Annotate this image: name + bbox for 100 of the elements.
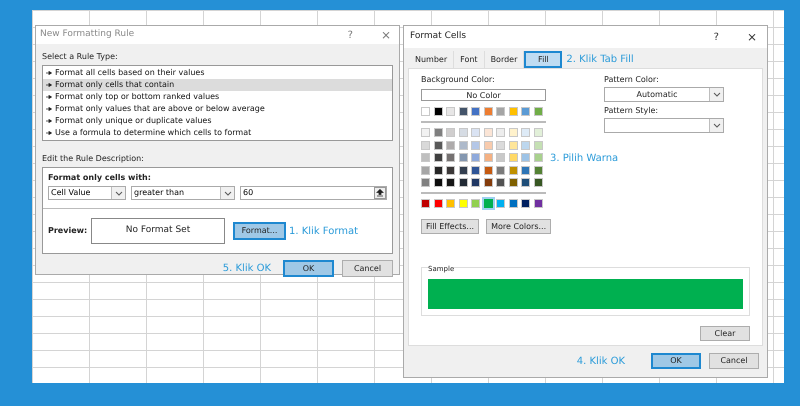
- color-swatch[interactable]: [421, 199, 430, 208]
- color-swatch[interactable]: [446, 166, 455, 174]
- color-swatch[interactable]: [434, 178, 442, 187]
- color-swatch[interactable]: [471, 166, 480, 174]
- color-swatch[interactable]: [434, 140, 442, 150]
- color-swatch[interactable]: [471, 199, 480, 208]
- color-swatch[interactable]: [446, 178, 455, 187]
- color-swatch[interactable]: [521, 153, 530, 162]
- color-swatch[interactable]: [508, 140, 518, 150]
- color-swatch[interactable]: [471, 107, 480, 116]
- rule-type-item[interactable]: Format all cells based on their values: [43, 67, 392, 79]
- color-swatch[interactable]: [496, 199, 505, 208]
- color-swatch[interactable]: [534, 107, 542, 116]
- color-swatch[interactable]: [521, 128, 530, 137]
- color-swatch[interactable]: [534, 140, 542, 150]
- color-swatch[interactable]: [521, 140, 530, 150]
- value-field[interactable]: 60: [240, 186, 387, 200]
- color-swatch[interactable]: [534, 166, 542, 174]
- color-swatch[interactable]: [496, 128, 505, 137]
- arrow-icon: [46, 83, 52, 87]
- pattern-color-dropdown[interactable]: Automatic: [604, 87, 724, 102]
- color-swatch[interactable]: [496, 166, 505, 174]
- color-swatch[interactable]: [434, 199, 442, 208]
- color-swatch[interactable]: [521, 166, 530, 174]
- window-title: Format Cells: [410, 30, 468, 44]
- color-swatch[interactable]: [421, 128, 430, 137]
- color-swatch[interactable]: [471, 153, 480, 162]
- color-swatch[interactable]: [484, 166, 492, 174]
- color-swatch[interactable]: [508, 199, 518, 208]
- color-swatch[interactable]: [458, 128, 468, 137]
- color-swatch[interactable]: [458, 107, 468, 116]
- dialog-button[interactable]: Format...: [233, 222, 286, 240]
- color-swatch[interactable]: [534, 153, 542, 162]
- color-swatch[interactable]: [521, 107, 530, 116]
- field-dropdown[interactable]: Cell Value: [48, 186, 126, 200]
- color-swatch[interactable]: [496, 178, 505, 187]
- color-swatch[interactable]: [446, 199, 455, 208]
- color-swatch[interactable]: [446, 153, 455, 162]
- tab[interactable]: Fill: [524, 51, 562, 68]
- color-swatch[interactable]: [534, 178, 542, 187]
- dialog-button[interactable]: OK: [283, 260, 334, 277]
- color-swatch[interactable]: [458, 166, 468, 174]
- color-swatch[interactable]: [434, 153, 442, 162]
- color-swatch[interactable]: [484, 107, 492, 116]
- rule-type-item[interactable]: Format only top or bottom ranked values: [43, 91, 392, 103]
- color-swatch[interactable]: [471, 178, 480, 187]
- color-swatch[interactable]: [521, 199, 530, 208]
- color-swatch[interactable]: [446, 140, 455, 150]
- color-swatch[interactable]: [508, 153, 518, 162]
- dialog-button[interactable]: Fill Effects...: [421, 219, 480, 234]
- help-button[interactable]: ?: [714, 30, 719, 44]
- color-swatch[interactable]: [496, 107, 505, 116]
- color-swatch[interactable]: [484, 140, 492, 150]
- color-swatch[interactable]: [484, 153, 492, 162]
- collapse-icon[interactable]: [374, 187, 386, 199]
- color-swatch[interactable]: [484, 199, 492, 208]
- clear-button[interactable]: Clear: [700, 326, 750, 341]
- no-color-button[interactable]: No Color: [421, 89, 546, 101]
- color-swatch[interactable]: [421, 166, 430, 174]
- color-swatch[interactable]: [421, 178, 430, 187]
- color-swatch[interactable]: [446, 107, 455, 116]
- color-swatch[interactable]: [534, 199, 542, 208]
- color-swatch[interactable]: [446, 128, 455, 137]
- color-swatch[interactable]: [458, 153, 468, 162]
- color-swatch[interactable]: [484, 128, 492, 137]
- rule-type-item[interactable]: Format only values that are above or below average: [43, 103, 392, 115]
- color-swatch[interactable]: [471, 128, 480, 137]
- close-button[interactable]: ×: [380, 26, 391, 44]
- color-swatch[interactable]: [434, 107, 442, 116]
- color-swatch[interactable]: [508, 166, 518, 174]
- dialog-button[interactable]: OK: [651, 353, 701, 369]
- color-swatch[interactable]: [421, 107, 430, 116]
- color-swatch[interactable]: [484, 178, 492, 187]
- dialog-button[interactable]: Cancel: [342, 260, 393, 277]
- color-swatch[interactable]: [521, 178, 530, 187]
- color-swatch[interactable]: [508, 128, 518, 137]
- color-swatch[interactable]: [434, 128, 442, 137]
- color-swatch[interactable]: [458, 178, 468, 187]
- color-swatch[interactable]: [421, 153, 430, 162]
- color-swatch[interactable]: [508, 107, 518, 116]
- rule-type-item[interactable]: Format only cells that contain: [43, 79, 392, 91]
- color-swatch[interactable]: [496, 140, 505, 150]
- color-swatch[interactable]: [458, 199, 468, 208]
- dialog-button[interactable]: More Colors...: [486, 219, 552, 234]
- pattern-style-dropdown[interactable]: [604, 118, 724, 133]
- rule-type-item[interactable]: Format only unique or duplicate values: [43, 115, 392, 127]
- color-swatch[interactable]: [458, 140, 468, 150]
- step-note: 1. Klik Format: [289, 224, 358, 238]
- color-swatch[interactable]: [496, 153, 505, 162]
- help-button[interactable]: ?: [348, 28, 353, 42]
- color-swatch[interactable]: [471, 140, 480, 150]
- color-swatch[interactable]: [508, 178, 518, 187]
- dialog-button[interactable]: Cancel: [709, 353, 759, 369]
- color-swatch[interactable]: [434, 166, 442, 174]
- close-button[interactable]: ×: [746, 28, 757, 46]
- color-swatch[interactable]: [421, 140, 430, 150]
- section-label: Pattern Color:: [604, 74, 660, 86]
- color-swatch[interactable]: [534, 128, 542, 137]
- rule-type-item[interactable]: Use a formula to determine which cells to format: [43, 127, 392, 139]
- operator-dropdown[interactable]: greater than: [131, 186, 235, 200]
